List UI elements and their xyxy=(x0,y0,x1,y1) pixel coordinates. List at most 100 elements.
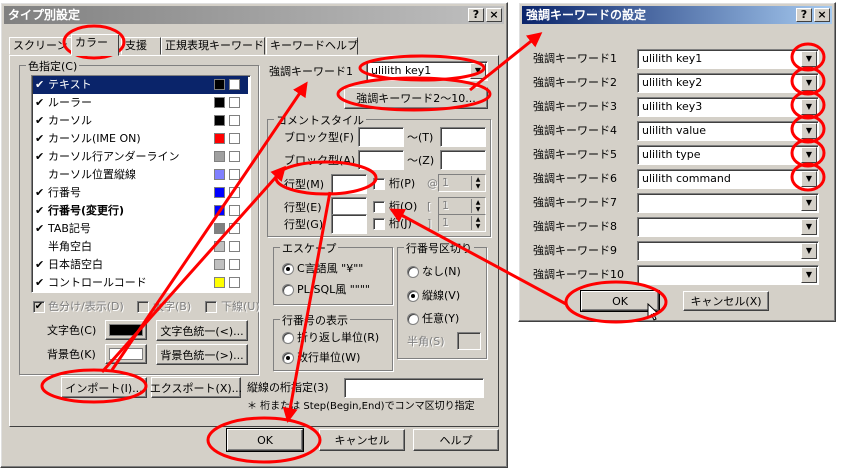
chevron-down-icon[interactable]: ▼ xyxy=(801,243,817,259)
check-icon[interactable]: ✔ xyxy=(35,94,47,112)
bg-color-unify-button[interactable]: 背景色統一(>)... xyxy=(156,344,248,365)
color-list-item[interactable]: 半角空白 xyxy=(33,238,248,256)
check-icon[interactable]: ✔ xyxy=(35,202,47,220)
line3-input[interactable] xyxy=(331,214,367,234)
cancel-button[interactable]: キャンセル xyxy=(319,429,405,451)
check-icon[interactable]: ✔ xyxy=(35,148,47,166)
keyword-row-combo[interactable]: ulilith type ▼ xyxy=(637,145,819,165)
tab-regex-keyword[interactable]: 正規表現キーワード xyxy=(161,37,265,55)
color-list-item[interactable]: ✔ 行番号 xyxy=(33,184,248,202)
block1-start-input[interactable] xyxy=(358,127,404,147)
keyword-row-combo[interactable]: ulilith key2 ▼ xyxy=(637,73,819,93)
keyword-row-combo[interactable]: ▼ xyxy=(637,217,819,237)
keyword-more-button[interactable]: 強調キーワード2〜10... xyxy=(344,87,488,109)
escape-c-radio[interactable] xyxy=(282,263,294,275)
sep-vline-radio[interactable] xyxy=(407,290,419,302)
check-icon[interactable]: ✔ xyxy=(35,130,47,148)
help-icon[interactable]: ? xyxy=(796,8,812,22)
color-swatch xyxy=(214,241,225,252)
tab-color[interactable]: カラー xyxy=(71,34,119,56)
color-list-item[interactable]: ✔ 日本語空白 xyxy=(33,256,248,274)
color-list-item[interactable]: ✔ カーソル(IME ON) xyxy=(33,130,248,148)
line1-input[interactable] xyxy=(331,174,367,194)
color-list-item[interactable]: ✔ テキスト xyxy=(33,76,248,94)
check-icon[interactable]: ✔ xyxy=(35,256,47,274)
line1-col-checkbox[interactable] xyxy=(373,178,385,190)
display-newline-radio[interactable] xyxy=(282,352,294,364)
bg-color-swatch[interactable] xyxy=(105,344,147,364)
keyword-row-combo[interactable]: ulilith value ▼ xyxy=(637,121,819,141)
check-icon[interactable]: ✔ xyxy=(35,76,47,94)
block2-label: ブロック型(A) xyxy=(284,154,356,167)
color-list-item[interactable]: カーソル位置縦線 xyxy=(33,166,248,184)
spinner-arrows-icon[interactable]: ▲ ▼ xyxy=(471,176,484,190)
keyword-row-combo[interactable]: ulilith key3 ▼ xyxy=(637,97,819,117)
help-icon[interactable]: ? xyxy=(468,8,484,22)
check-icon[interactable]: ✔ xyxy=(35,274,47,292)
keyword-row-combo[interactable]: ▼ xyxy=(637,193,819,213)
spinner-arrows-icon[interactable]: ▲ ▼ xyxy=(471,199,484,213)
close-icon[interactable]: × xyxy=(486,8,502,22)
keyword-row-combo[interactable]: ▼ xyxy=(637,265,819,285)
line2-col-checkbox[interactable] xyxy=(373,201,385,213)
keyword-row-label: 強調キーワード7 xyxy=(533,196,617,209)
chevron-down-icon[interactable]: ▼ xyxy=(801,75,817,91)
keyword-row-combo[interactable]: ▼ xyxy=(637,241,819,261)
color-list-item[interactable]: ✔ TAB記号 xyxy=(33,220,248,238)
mouse-cursor-icon xyxy=(647,303,660,321)
chevron-down-icon[interactable]: ▼ xyxy=(801,123,817,139)
line1-col-spinner[interactable]: 1 ▲ ▼ xyxy=(438,174,486,192)
color-list-item[interactable]: ✔ カーソル xyxy=(33,112,248,130)
chevron-down-icon[interactable]: ▼ xyxy=(801,195,817,211)
text-color-unify-button[interactable]: 文字色統一(<)... xyxy=(156,320,248,341)
keyword-row-combo[interactable]: ulilith key1 ▼ xyxy=(637,49,819,69)
block2-start-input[interactable] xyxy=(358,150,404,170)
chevron-down-icon[interactable]: ▼ xyxy=(801,219,817,235)
display-wrap-radio[interactable] xyxy=(282,332,294,344)
sep-none-radio[interactable] xyxy=(407,266,419,278)
color-list-item[interactable]: ✔ コントロールコード xyxy=(33,274,248,292)
text-color-swatch[interactable] xyxy=(105,320,147,340)
import-button[interactable]: インポート(I)... xyxy=(61,377,147,398)
check-icon[interactable]: ✔ xyxy=(35,220,47,238)
check-icon[interactable]: ✔ xyxy=(35,112,47,130)
color-list-item[interactable]: ✔ 行番号(変更行) xyxy=(33,202,248,220)
display-checkbox[interactable]: ✔ xyxy=(33,301,45,313)
chevron-down-icon[interactable]: ▼ xyxy=(801,267,817,283)
spinner-arrows-icon[interactable]: ▲ ▼ xyxy=(471,216,484,230)
close-icon[interactable]: × xyxy=(814,8,830,22)
help-button[interactable]: ヘルプ xyxy=(413,429,499,451)
line3-col-checkbox[interactable] xyxy=(373,218,385,230)
chevron-down-icon[interactable]: ▼ xyxy=(801,51,817,67)
tab-keyword-help[interactable]: キーワードヘルプ xyxy=(266,37,358,55)
block2-end-input[interactable] xyxy=(440,150,486,170)
chevron-down-icon[interactable]: ▼ xyxy=(801,99,817,115)
block1-tilde-label: 〜(T) xyxy=(407,131,434,144)
keyword-row-combo[interactable]: ulilith command ▼ xyxy=(637,169,819,189)
color-list-item[interactable]: ✔ カーソル行アンダーライン xyxy=(33,148,248,166)
color-list[interactable]: ✔ テキスト ✔ ルーラー ✔ カーソル ✔ カーソル(IME ON) ✔ カーソル行アンダーライ… xyxy=(31,75,251,293)
sep-any-radio[interactable] xyxy=(407,313,419,325)
tab-support[interactable]: 支援 xyxy=(121,37,161,55)
check-icon[interactable]: ✔ xyxy=(35,184,47,202)
line3-col-spinner[interactable]: 1 ▲ ▼ xyxy=(438,214,486,232)
ok-button[interactable]: OK xyxy=(226,428,304,452)
chevron-down-icon[interactable]: ▼ xyxy=(470,63,486,79)
block1-end-input[interactable] xyxy=(440,127,486,147)
escape-plsql-radio[interactable] xyxy=(282,284,294,296)
sep-half-input[interactable] xyxy=(457,332,481,350)
color-list-item[interactable]: ✔ ルーラー xyxy=(33,94,248,112)
keyword-cancel-button[interactable]: キャンセル(X) xyxy=(683,291,769,311)
bg-swatch xyxy=(229,169,240,180)
keyword1-combo[interactable]: ulilith key1 ▼ xyxy=(366,61,488,81)
chevron-down-icon[interactable]: ▼ xyxy=(801,147,817,163)
export-button[interactable]: エクスポート(X)... xyxy=(150,377,242,398)
bg-swatch xyxy=(229,241,240,252)
chevron-down-icon[interactable]: ▼ xyxy=(801,171,817,187)
underline-checkbox[interactable] xyxy=(205,301,217,313)
vline-column-input[interactable] xyxy=(344,378,484,398)
tab-screen[interactable]: スクリーン xyxy=(9,37,73,55)
bold-checkbox[interactable] xyxy=(137,301,149,313)
keyword-row-value: ulilith key3 xyxy=(642,100,703,113)
line2-col-spinner[interactable]: 1 ▲ ▼ xyxy=(438,197,486,215)
